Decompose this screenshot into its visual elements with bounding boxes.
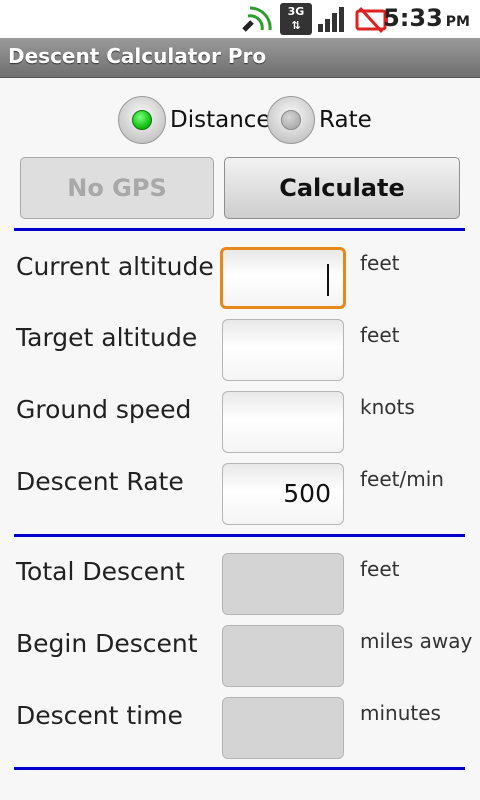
begin-descent-label: Begin Descent — [16, 629, 198, 658]
descent-rate-unit: feet/min — [360, 467, 444, 491]
app-title: Descent Calculator Pro — [8, 44, 267, 68]
radio-button-icon — [267, 96, 315, 144]
target-altitude-unit: feet — [360, 323, 400, 347]
target-altitude-input[interactable] — [222, 319, 344, 381]
status-bar: 3G ⇅ 5:33 PM — [0, 0, 480, 38]
descent-rate-label: Descent Rate — [16, 467, 184, 496]
divider — [14, 228, 465, 231]
ground-speed-input[interactable] — [222, 391, 344, 453]
current-altitude-input[interactable] — [220, 247, 346, 309]
radio-button-icon — [118, 96, 166, 144]
radio-distance[interactable]: Distance — [118, 95, 271, 145]
current-altitude-label: Current altitude — [16, 252, 214, 281]
divider — [14, 534, 465, 537]
begin-descent-output — [222, 625, 344, 687]
descent-time-output — [222, 697, 344, 759]
total-descent-unit: feet — [360, 557, 400, 581]
ground-speed-label: Ground speed — [16, 395, 192, 424]
total-descent-output — [222, 553, 344, 615]
total-descent-label: Total Descent — [16, 557, 185, 586]
clock: 5:33 PM — [383, 4, 470, 32]
text-cursor — [327, 264, 329, 296]
begin-descent-unit: miles away — [360, 629, 473, 653]
signal-strength-icon — [318, 7, 344, 32]
no-gps-button[interactable]: No GPS — [20, 157, 214, 219]
radio-rate[interactable]: Rate — [267, 95, 372, 145]
network-3g-icon: 3G ⇅ — [280, 3, 312, 35]
current-altitude-unit: feet — [360, 251, 400, 275]
descent-time-unit: minutes — [360, 701, 441, 725]
gps-signal-icon — [242, 6, 272, 32]
calculate-button[interactable]: Calculate — [224, 157, 460, 219]
title-bar: Descent Calculator Pro — [0, 38, 480, 78]
ground-speed-unit: knots — [360, 395, 415, 419]
descent-rate-input[interactable]: 500 — [222, 463, 344, 525]
divider — [14, 767, 465, 770]
target-altitude-label: Target altitude — [16, 323, 198, 352]
descent-time-label: Descent time — [16, 701, 183, 730]
